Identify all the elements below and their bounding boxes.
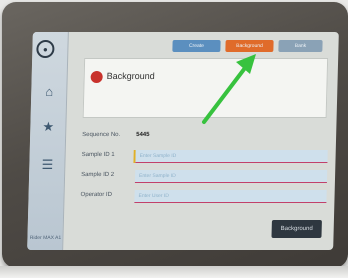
sequence-value: 5445 <box>136 132 150 138</box>
device-stand <box>0 266 348 278</box>
sidebar: ● ⌂ ★ ☰ Rider MAX A1 <box>27 32 69 250</box>
touchscreen: ● ⌂ ★ ☰ Rider MAX A1 Create Background B… <box>27 32 339 250</box>
start-background-button[interactable]: Background <box>271 220 322 238</box>
device-photo: ● ⌂ ★ ☰ Rider MAX A1 Create Background B… <box>0 0 348 278</box>
list-icon[interactable]: ☰ <box>35 154 60 176</box>
measurement-panel: Background <box>82 58 329 118</box>
tab-background[interactable]: Background <box>225 40 274 52</box>
sequence-label: Sequence No. <box>82 132 121 138</box>
operator-input[interactable]: Enter User ID <box>134 190 327 203</box>
chart-icon[interactable]: ⌂ <box>37 80 62 102</box>
sequence-row: Sequence No. 5445 <box>82 128 332 146</box>
operator-row: Operator ID Enter User ID <box>80 188 330 206</box>
sample1-row: Sample ID 1 Enter Sample ID <box>81 148 331 166</box>
star-icon[interactable]: ★ <box>36 116 61 138</box>
top-tabs: Create Background Bank <box>172 40 323 52</box>
sample1-label: Sample ID 1 <box>81 152 115 158</box>
tab-create[interactable]: Create <box>172 40 221 52</box>
operator-label: Operator ID <box>80 192 113 198</box>
circle-dot-icon[interactable]: ● <box>36 40 55 58</box>
sample2-label: Sample ID 2 <box>81 172 115 178</box>
sample1-input[interactable]: Enter Sample ID <box>135 150 328 163</box>
sample2-row: Sample ID 2 Enter Sample ID <box>81 168 331 186</box>
record-indicator-icon <box>90 71 103 83</box>
tab-bank[interactable]: Bank <box>278 40 323 52</box>
sample2-input[interactable]: Enter Sample ID <box>134 170 328 183</box>
panel-title: Background <box>106 71 155 81</box>
user-label: Rider MAX A1 <box>29 235 62 241</box>
